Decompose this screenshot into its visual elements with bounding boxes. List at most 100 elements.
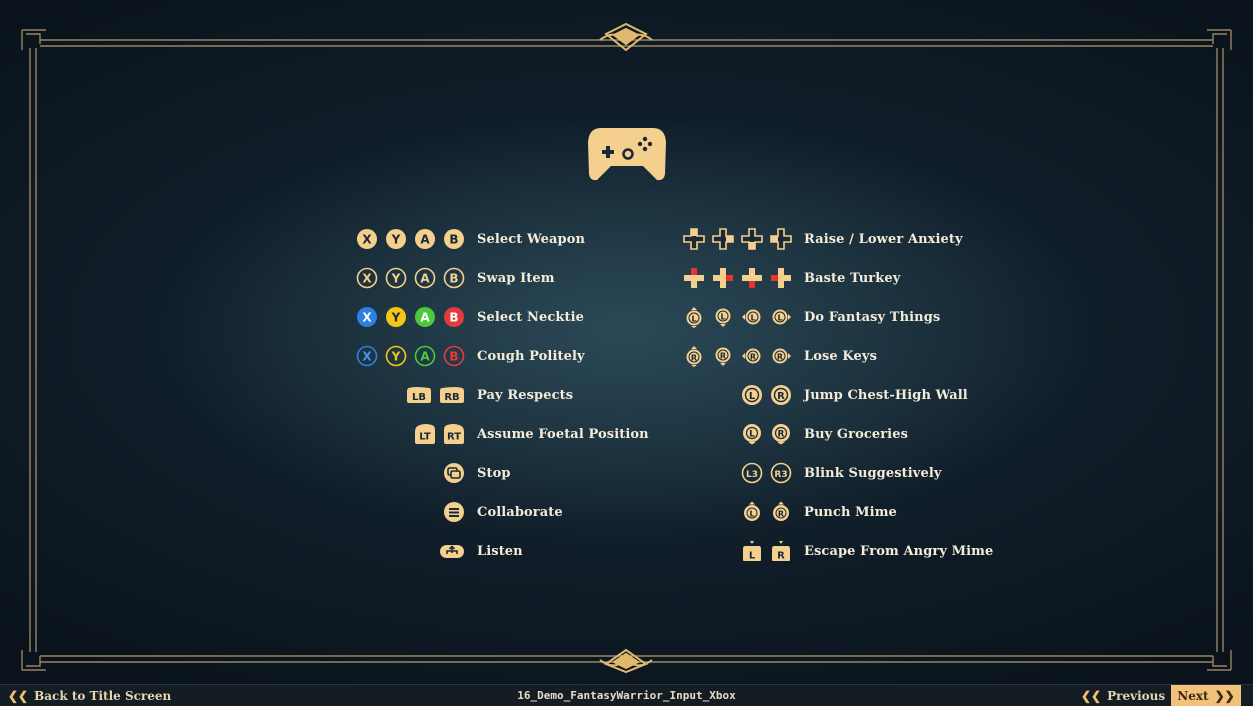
control-row-assume-foetal-position: LT RT Assume Foetal Position (330, 415, 649, 453)
xbox-a-color-outline-icon: A (414, 345, 436, 367)
svg-text:LB: LB (412, 392, 426, 403)
rb-bumper-icon: RB (440, 387, 464, 403)
xbox-x-outline-icon: X (356, 267, 378, 289)
previous-label: Previous (1107, 688, 1166, 703)
control-row-select-necktie: X Y A B Select Necktie (330, 298, 584, 336)
dpad-left-icon (770, 228, 792, 250)
menu-button-icon (444, 502, 464, 522)
svg-text:R: R (777, 551, 785, 562)
control-label: Blink Suggestively (804, 465, 942, 481)
xbox-a-color-icon: A (415, 307, 435, 327)
controls-screen: X Y A B Select Weapon X Y A B Swap Item … (0, 0, 1253, 684)
svg-text:X: X (362, 272, 372, 286)
right-stick-up-down-icon: R (773, 501, 789, 521)
share-button-icon (440, 545, 464, 558)
left-stick-left-icon: L (742, 309, 761, 325)
svg-text:L: L (749, 510, 754, 519)
left-stick-up-down-icon: L (744, 501, 760, 521)
control-label: Lose Keys (804, 348, 877, 364)
xbox-x-color-icon: X (357, 307, 377, 327)
right-stick-right-icon: R (772, 348, 791, 364)
svg-text:R: R (778, 510, 784, 519)
xbox-y-color-icon: Y (386, 307, 406, 327)
svg-text:Y: Y (391, 233, 401, 247)
scene-name-label: 16_Demo_FantasyWarrior_Input_Xbox (517, 689, 736, 702)
xbox-y-color-outline-icon: Y (385, 345, 407, 367)
control-label: Swap Item (477, 270, 555, 286)
left-trigger-pull-icon: L (743, 541, 761, 562)
next-button[interactable]: Next ❯❯ (1171, 685, 1241, 706)
control-row-listen: Listen (330, 532, 523, 570)
right-stick-left-icon: R (742, 348, 761, 364)
left-stick-right-icon: L (772, 309, 791, 325)
svg-text:X: X (362, 311, 372, 325)
xbox-b-outline-icon: B (443, 267, 465, 289)
view-button-icon (444, 463, 464, 483)
control-row-escape-from-angry-mime: L R Escape From Angry Mime (660, 532, 993, 570)
xbox-x-color-outline-icon: X (356, 345, 378, 367)
left-stick-icon: L (742, 385, 762, 405)
double-chevron-left-icon: ❮❮ (1081, 688, 1102, 703)
control-label: Pay Respects (477, 387, 574, 403)
control-row-punch-mime: L R Punch Mime (660, 493, 897, 531)
control-row-select-weapon: X Y A B Select Weapon (330, 220, 585, 258)
control-row-swap-item: X Y A B Swap Item (330, 259, 555, 297)
xbox-b-color-outline-icon: B (443, 345, 465, 367)
dpad-right-red-icon (713, 268, 733, 288)
control-label: Listen (477, 543, 523, 559)
svg-text:R: R (777, 391, 785, 402)
dpad-down-red-icon (742, 268, 762, 288)
svg-text:L3: L3 (746, 470, 758, 480)
previous-button[interactable]: ❮❮ Previous (1081, 685, 1165, 706)
svg-text:R: R (778, 430, 785, 440)
svg-text:RB: RB (444, 392, 459, 403)
dpad-up-red-icon (684, 268, 704, 288)
svg-text:X: X (362, 350, 372, 364)
svg-text:L: L (749, 430, 755, 440)
l3-click-icon: L3 (741, 462, 763, 484)
control-label: Jump Chest-High Wall (804, 387, 968, 403)
control-label: Assume Foetal Position (477, 426, 649, 442)
xbox-a-outline-icon: A (414, 267, 436, 289)
right-stick-icon: R (771, 385, 791, 405)
control-row-collaborate: Collaborate (330, 493, 563, 531)
control-row-raise-lower-anxiety: Raise / Lower Anxiety (660, 220, 963, 258)
xbox-a-button-icon: A (415, 229, 435, 249)
control-row-pay-respects: LB RB Pay Respects (330, 376, 573, 414)
svg-text:Y: Y (391, 272, 401, 286)
svg-text:RT: RT (447, 432, 461, 443)
r3-click-icon: R3 (770, 462, 792, 484)
left-stick-down-icon: L (715, 308, 731, 327)
control-label: Stop (477, 465, 511, 481)
right-trigger-pull-icon: R (772, 541, 790, 562)
bottom-ornament-icon (599, 648, 653, 674)
xbox-y-outline-icon: Y (385, 267, 407, 289)
svg-text:B: B (449, 272, 458, 286)
control-row-stop: Stop (330, 454, 511, 492)
svg-text:LT: LT (419, 432, 431, 443)
control-label: Select Weapon (477, 231, 586, 247)
svg-text:R3: R3 (774, 470, 787, 480)
control-row-baste-turkey: Baste Turkey (660, 259, 900, 297)
control-label: Buy Groceries (804, 426, 909, 442)
control-row-lose-keys: R R R R Lose Keys (660, 337, 877, 375)
svg-text:B: B (449, 311, 458, 325)
control-row-buy-groceries: L R Buy Groceries (660, 415, 908, 453)
svg-text:L: L (749, 551, 756, 562)
svg-text:R: R (691, 354, 697, 363)
gamepad-icon (588, 128, 666, 181)
dpad-down-icon (741, 228, 763, 250)
control-label: Do Fantasy Things (804, 309, 941, 325)
rt-trigger-icon: RT (444, 424, 464, 444)
xbox-b-color-icon: B (444, 307, 464, 327)
left-stick-up-icon: L (686, 307, 702, 328)
control-label: Escape From Angry Mime (804, 543, 994, 559)
svg-text:R: R (720, 352, 726, 361)
control-label: Punch Mime (804, 504, 897, 520)
control-row-jump-chest-high-wall: L R Jump Chest-High Wall (660, 376, 968, 414)
svg-text:L: L (749, 391, 756, 402)
svg-text:L: L (777, 314, 782, 323)
xbox-b-button-icon: B (444, 229, 464, 249)
lb-bumper-icon: LB (407, 387, 431, 403)
control-label: Baste Turkey (804, 270, 901, 286)
